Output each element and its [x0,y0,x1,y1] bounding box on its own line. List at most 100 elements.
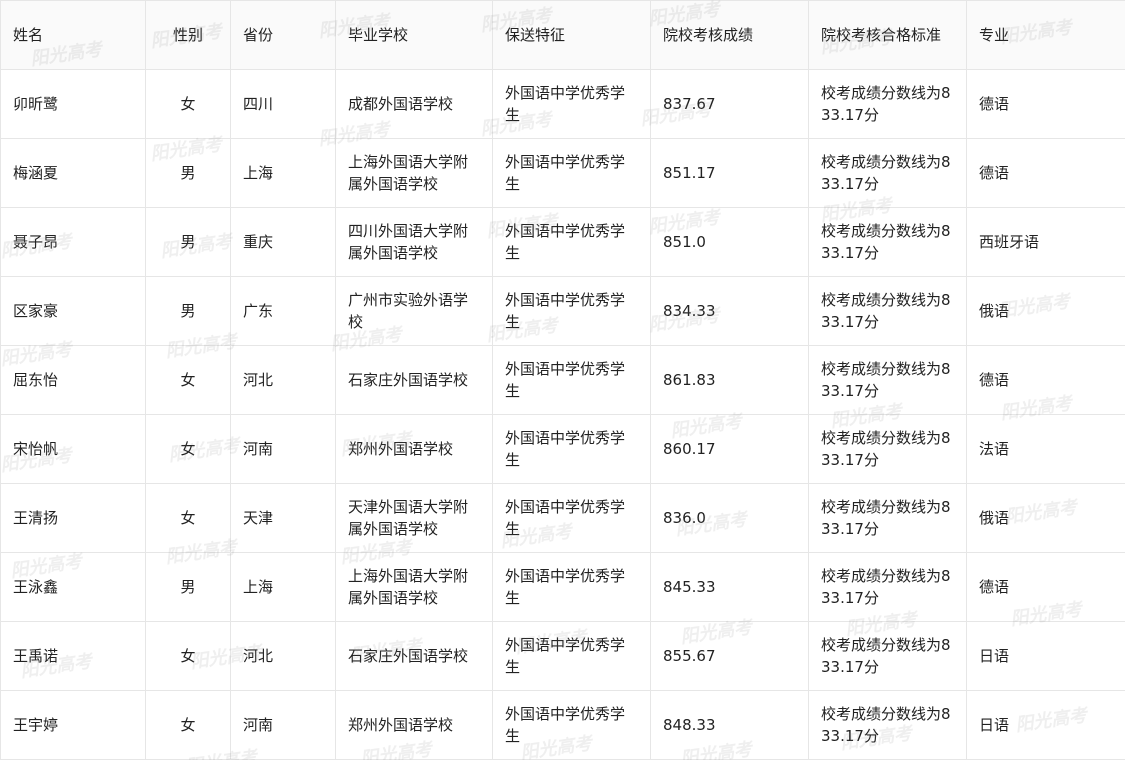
cell-school: 上海外国语大学附属外国语学校 [335,138,493,208]
table-row: 屈东怡女河北 石家庄外国语学校 外国语中学优秀学生 861.83 校考成绩分数线为833… [0,345,1125,415]
table-row: 区家豪男广东 广州市实验外语学校 外国语中学优秀学生 834.33 校考成绩分数线为83… [0,276,1125,346]
cell-province: 重庆 [230,207,336,277]
cell-major: 俄语 [966,276,1125,346]
cell-pass-standard: 校考成绩分数线为833.17分 [808,345,967,415]
cell-exam-score: 861.83 [650,345,809,415]
cell-recommendation-type: 外国语中学优秀学生 [492,345,651,415]
cell-pass-standard: 校考成绩分数线为833.17分 [808,552,967,622]
header-exam-score: 院校考核成绩 [650,0,809,70]
cell-recommendation-type: 外国语中学优秀学生 [492,69,651,139]
cell-name: 屈东怡 [0,345,146,415]
cell-pass-standard: 校考成绩分数线为833.17分 [808,138,967,208]
cell-gender: 女 [145,483,231,553]
cell-major: 德语 [966,69,1125,139]
cell-name: 王宇婷 [0,690,146,760]
admission-table: 姓名 性别 省份 毕业学校 保送特征 院校考核成绩 院校考核合格标准 专业 卯昕… [0,0,1125,760]
cell-recommendation-type: 外国语中学优秀学生 [492,621,651,691]
table-row: 卯昕鹭女四川 成都外国语学校 外国语中学优秀学生 837.67 校考成绩分数线为833.… [0,69,1125,139]
cell-province: 上海 [230,552,336,622]
cell-school: 石家庄外国语学校 [335,345,493,415]
cell-recommendation-type: 外国语中学优秀学生 [492,690,651,760]
cell-province: 天津 [230,483,336,553]
table-row: 宋怡帆女河南 郑州外国语学校 外国语中学优秀学生 860.17 校考成绩分数线为833.… [0,414,1125,484]
cell-gender: 男 [145,138,231,208]
table-row: 梅涵夏男上海 上海外国语大学附属外国语学校 外国语中学优秀学生 851.17 校考成绩分… [0,138,1125,208]
cell-pass-standard: 校考成绩分数线为833.17分 [808,207,967,277]
cell-name: 宋怡帆 [0,414,146,484]
cell-province: 河南 [230,690,336,760]
cell-school: 四川外国语大学附属外国语学校 [335,207,493,277]
cell-recommendation-type: 外国语中学优秀学生 [492,483,651,553]
cell-gender: 女 [145,690,231,760]
cell-recommendation-type: 外国语中学优秀学生 [492,276,651,346]
cell-school: 成都外国语学校 [335,69,493,139]
table-row: 王禹诺女河北 石家庄外国语学校 外国语中学优秀学生 855.67 校考成绩分数线为833… [0,621,1125,691]
cell-name: 梅涵夏 [0,138,146,208]
cell-major: 德语 [966,552,1125,622]
table-row: 聂子昂男重庆 四川外国语大学附属外国语学校 外国语中学优秀学生 851.0 校考成绩分数… [0,207,1125,277]
cell-exam-score: 837.67 [650,69,809,139]
cell-school: 上海外国语大学附属外国语学校 [335,552,493,622]
header-school: 毕业学校 [335,0,493,70]
table-row: 王清扬女天津 天津外国语大学附属外国语学校 外国语中学优秀学生 836.0 校考成绩分数… [0,483,1125,553]
cell-recommendation-type: 外国语中学优秀学生 [492,414,651,484]
cell-recommendation-type: 外国语中学优秀学生 [492,552,651,622]
header-gender: 性别 [145,0,231,70]
cell-exam-score: 855.67 [650,621,809,691]
cell-pass-standard: 校考成绩分数线为833.17分 [808,414,967,484]
cell-school: 郑州外国语学校 [335,414,493,484]
cell-province: 河北 [230,345,336,415]
header-name: 姓名 [0,0,146,70]
cell-major: 德语 [966,345,1125,415]
cell-exam-score: 834.33 [650,276,809,346]
cell-province: 河北 [230,621,336,691]
cell-province: 河南 [230,414,336,484]
cell-name: 卯昕鹭 [0,69,146,139]
cell-name: 王泳鑫 [0,552,146,622]
table-header-row: 姓名 性别 省份 毕业学校 保送特征 院校考核成绩 院校考核合格标准 专业 [0,0,1125,70]
cell-gender: 男 [145,207,231,277]
cell-major: 俄语 [966,483,1125,553]
cell-exam-score: 851.0 [650,207,809,277]
cell-gender: 女 [145,345,231,415]
cell-pass-standard: 校考成绩分数线为833.17分 [808,276,967,346]
cell-school: 广州市实验外语学校 [335,276,493,346]
cell-exam-score: 860.17 [650,414,809,484]
cell-major: 法语 [966,414,1125,484]
cell-major: 德语 [966,138,1125,208]
header-pass-standard: 院校考核合格标准 [808,0,967,70]
table-row: 王泳鑫男上海 上海外国语大学附属外国语学校 外国语中学优秀学生 845.33 校考成绩分… [0,552,1125,622]
header-recommendation-type: 保送特征 [492,0,651,70]
cell-pass-standard: 校考成绩分数线为833.17分 [808,69,967,139]
cell-exam-score: 851.17 [650,138,809,208]
cell-province: 四川 [230,69,336,139]
cell-major: 日语 [966,690,1125,760]
cell-province: 上海 [230,138,336,208]
cell-school: 天津外国语大学附属外国语学校 [335,483,493,553]
cell-exam-score: 848.33 [650,690,809,760]
cell-province: 广东 [230,276,336,346]
cell-gender: 男 [145,552,231,622]
cell-name: 区家豪 [0,276,146,346]
cell-gender: 男 [145,276,231,346]
table-row: 王宇婷女河南 郑州外国语学校 外国语中学优秀学生 848.33 校考成绩分数线为833.… [0,690,1125,760]
cell-major: 西班牙语 [966,207,1125,277]
cell-exam-score: 836.0 [650,483,809,553]
header-province: 省份 [230,0,336,70]
cell-gender: 女 [145,69,231,139]
cell-recommendation-type: 外国语中学优秀学生 [492,138,651,208]
cell-pass-standard: 校考成绩分数线为833.17分 [808,621,967,691]
cell-pass-standard: 校考成绩分数线为833.17分 [808,690,967,760]
cell-name: 聂子昂 [0,207,146,277]
cell-school: 郑州外国语学校 [335,690,493,760]
cell-gender: 女 [145,414,231,484]
cell-school: 石家庄外国语学校 [335,621,493,691]
cell-exam-score: 845.33 [650,552,809,622]
cell-gender: 女 [145,621,231,691]
cell-name: 王禹诺 [0,621,146,691]
cell-major: 日语 [966,621,1125,691]
table-body: 卯昕鹭女四川 成都外国语学校 外国语中学优秀学生 837.67 校考成绩分数线为833.… [0,69,1125,760]
cell-recommendation-type: 外国语中学优秀学生 [492,207,651,277]
cell-pass-standard: 校考成绩分数线为833.17分 [808,483,967,553]
header-major: 专业 [966,0,1125,70]
